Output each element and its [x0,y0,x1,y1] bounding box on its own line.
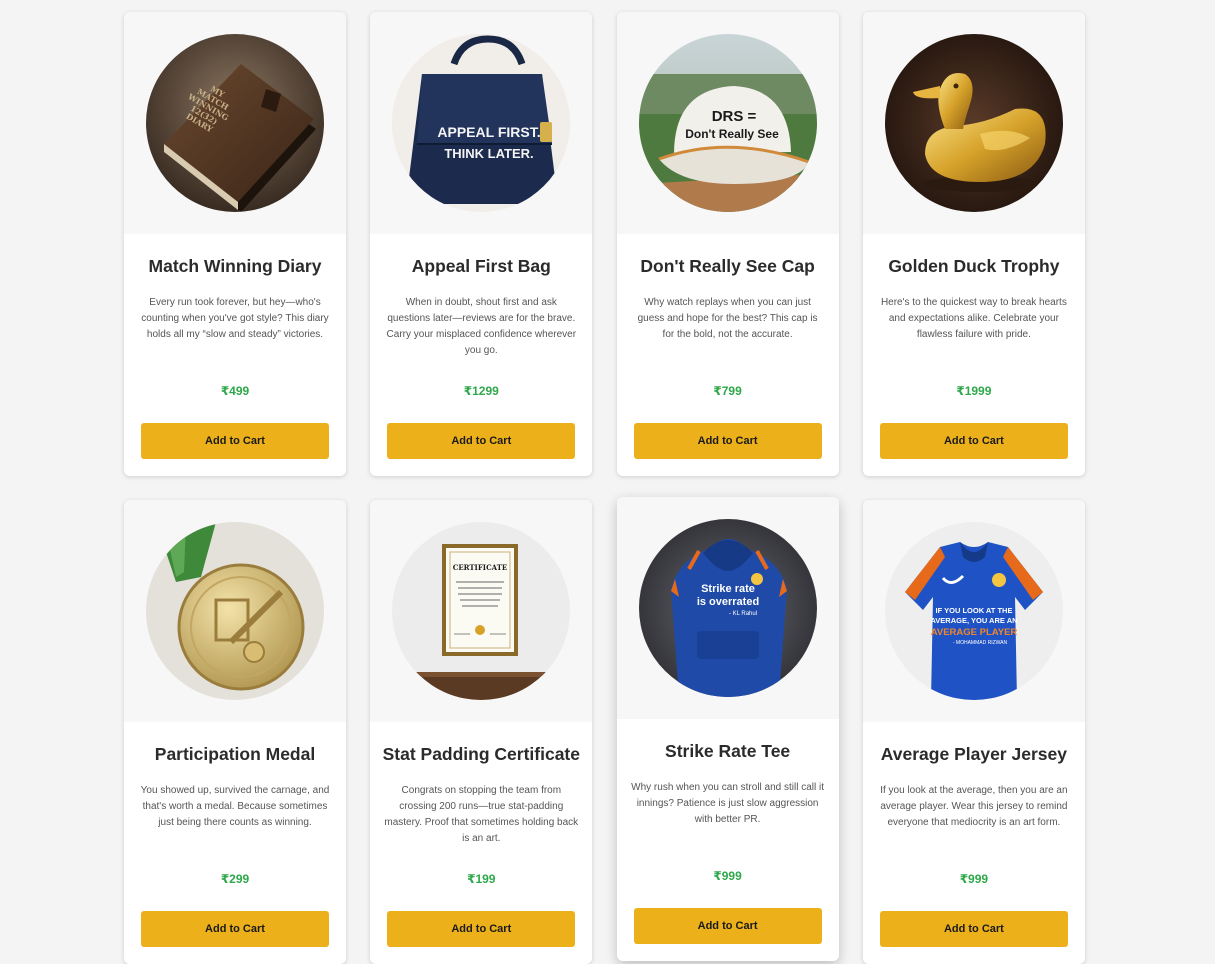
product-price: ₹999 [959,872,989,886]
svg-text:AVERAGE PLAYER: AVERAGE PLAYER [931,627,1018,638]
hoodie-image: Strike rate is overrated - KL Rahul [638,519,817,697]
svg-text:- KL Rahul: - KL Rahul [729,611,757,617]
product-grid: MY MATCH WINNING 12(32) DIARY Match Winn… [124,12,1085,964]
product-title: Average Player Jersey [880,744,1067,764]
svg-text:Don't Really See: Don't Really See [685,127,779,141]
product-image-area: CERTIFICATE [370,500,593,722]
certificate-image: CERTIFICATE [392,522,571,700]
product-image-area [124,500,346,722]
svg-text:IF YOU LOOK AT THE: IF YOU LOOK AT THE [935,606,1012,615]
product-price: ₹799 [713,384,742,398]
product-card: MY MATCH WINNING 12(32) DIARY Match Winn… [124,12,346,476]
product-image-area: DRS = Don't Really See [616,12,839,234]
product-title: Match Winning Diary [148,256,322,276]
product-image-area: Strike rate is overrated - KL Rahul [616,497,839,719]
add-to-cart-button[interactable]: Add to Cart [633,423,822,459]
product-price: ₹199 [467,872,496,886]
product-description: You showed up, survived the carnage, and… [140,785,330,828]
svg-text:- MOHAMMAD RIZWAN: - MOHAMMAD RIZWAN [953,640,1008,646]
product-title: Don't Really See Cap [640,256,815,276]
product-image-area [862,12,1085,234]
product-description: Congrats on stopping the team from cross… [384,785,579,844]
diary-image: MY MATCH WINNING 12(32) DIARY [146,34,324,212]
add-to-cart-button[interactable]: Add to Cart [141,423,329,459]
product-description: When in doubt, shout first and ask quest… [386,297,577,356]
product-title: Appeal First Bag [411,256,551,276]
product-price: ₹299 [220,872,250,886]
svg-text:DRS =: DRS = [711,108,756,125]
duck-trophy-image [884,34,1063,212]
product-card: Strike rate is overrated - KL Rahul Stri… [616,497,839,961]
bag-image: APPEAL FIRST. THINK LATER. [392,34,571,212]
svg-text:AVERAGE, YOU ARE AN: AVERAGE, YOU ARE AN [930,616,1017,625]
bag-print-line1: APPEAL FIRST. [438,124,541,140]
product-image-area: IF YOU LOOK AT THE AVERAGE, YOU ARE AN A… [862,500,1085,722]
add-to-cart-button[interactable]: Add to Cart [633,908,822,944]
product-title: Strike Rate Tee [665,741,791,761]
product-description: Every run took forever, but hey—who's co… [141,297,329,340]
product-description: Why watch replays when you can just gues… [637,297,818,340]
product-description: If you look at the average, then you are… [880,785,1068,828]
svg-text:CERTIFICATE: CERTIFICATE [453,563,508,572]
product-card: Participation Medal You showed up, survi… [124,500,346,964]
product-card: CERTIFICATE Stat Padding Certificate Con… [370,500,593,964]
product-description: Why rush when you can stroll and still c… [631,782,825,825]
product-card: APPEAL FIRST. THINK LATER. Appeal First … [370,12,593,476]
add-to-cart-button[interactable]: Add to Cart [879,423,1068,459]
product-price: ₹999 [713,869,742,883]
product-image-area: APPEAL FIRST. THINK LATER. [370,12,593,234]
add-to-cart-button[interactable]: Add to Cart [879,911,1068,947]
product-title: Stat Padding Certificate [382,744,580,764]
add-to-cart-button[interactable]: Add to Cart [387,423,576,459]
product-title: Participation Medal [154,744,316,764]
product-price: ₹1299 [463,384,499,398]
product-price: ₹499 [220,384,250,398]
add-to-cart-button[interactable]: Add to Cart [141,911,329,947]
product-image-area: MY MATCH WINNING 12(32) DIARY [124,12,346,234]
svg-text:Strike rate: Strike rate [701,583,755,595]
cap-image: DRS = Don't Really See [638,34,817,212]
bag-print-line2: THINK LATER. [445,146,534,161]
product-price: ₹1999 [956,384,992,398]
product-description: Here's to the quickest way to break hear… [880,297,1067,340]
svg-text:is overrated: is overrated [696,596,758,608]
product-card: Golden Duck Trophy Here's to the quickes… [862,12,1085,476]
product-card: IF YOU LOOK AT THE AVERAGE, YOU ARE AN A… [862,500,1085,964]
jersey-image: IF YOU LOOK AT THE AVERAGE, YOU ARE AN A… [884,522,1063,700]
product-card: DRS = Don't Really See Don't Really See … [616,12,839,476]
medal-image [146,522,324,700]
add-to-cart-button[interactable]: Add to Cart [387,911,576,947]
product-title: Golden Duck Trophy [888,256,1060,276]
